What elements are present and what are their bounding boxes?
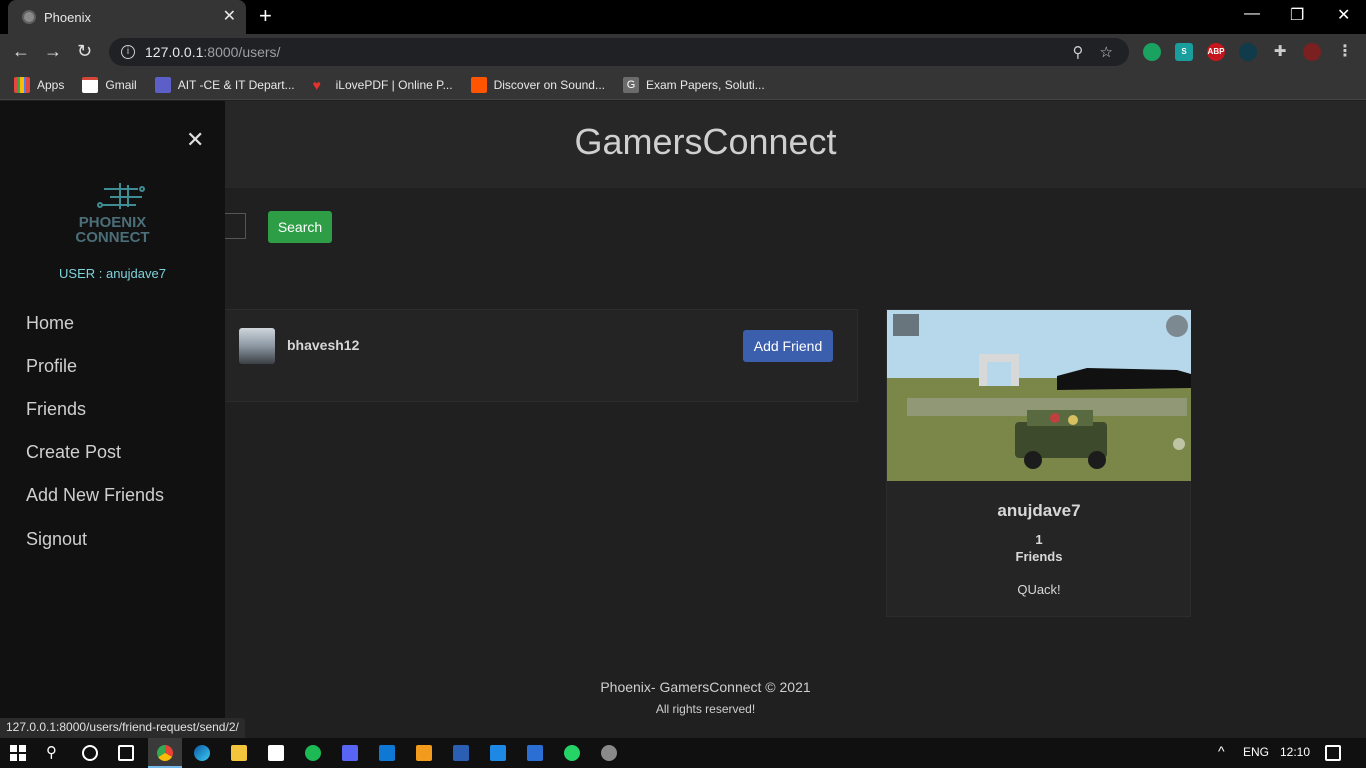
soundcloud-icon [470, 76, 487, 93]
exam-papers-icon: G [623, 76, 639, 93]
user-name[interactable]: bhavesh12 [287, 337, 359, 353]
bookmark-apps[interactable]: Apps [14, 76, 65, 93]
browser-tab-strip: Phoenix ✕ + — ❐ ✕ [0, 0, 1366, 34]
search-icon[interactable]: ⚲ [46, 743, 57, 761]
tab-title: Phoenix [44, 9, 91, 25]
sublime-icon[interactable] [416, 745, 432, 761]
browser-menu-icon[interactable]: ⋮ [1336, 43, 1354, 61]
bookmark-exampapers[interactable]: G Exam Papers, Soluti... [623, 76, 765, 93]
bookmark-ilovepdf[interactable]: ♥ iLovePDF | Online P... [313, 77, 453, 93]
tab-close-icon[interactable]: ✕ [223, 9, 236, 25]
sidebar-item-signout[interactable]: Signout [26, 529, 87, 550]
profile-bio: QUack! [1017, 582, 1061, 597]
file-explorer-icon[interactable] [231, 745, 247, 761]
bookmark-label: iLovePDF | Online P... [335, 77, 453, 92]
sidebar-item-friends[interactable]: Friends [26, 399, 86, 420]
bookmarks-bar: Apps Gmail AIT -CE & IT Depart... ♥ iLov… [0, 70, 1366, 100]
sidebar: ✕ PHOENIX CONNECT USER : anujdave7 Home … [0, 101, 225, 738]
user-list-item: bhavesh12 Add Friend [200, 309, 858, 402]
profile-avatar-icon[interactable] [1303, 43, 1321, 61]
bookmark-label: Discover on Sound... [493, 77, 605, 92]
url-text[interactable]: 127.0.0.1:8000/users/ [145, 44, 1073, 60]
store-icon[interactable] [268, 745, 284, 761]
minimize-icon[interactable]: — [1244, 5, 1260, 23]
extension-circle-icon[interactable] [1239, 43, 1257, 61]
extension-adblock-icon[interactable]: ABP [1207, 43, 1225, 61]
mail-icon[interactable] [379, 745, 395, 761]
logo-text: PHOENIX CONNECT [0, 215, 225, 245]
logo-line2: CONNECT [75, 229, 150, 246]
sidebar-user-label: USER : anujdave7 [59, 266, 166, 281]
bookmark-ait[interactable]: AIT -CE & IT Depart... [154, 76, 295, 93]
forward-arrow-icon[interactable]: → [44, 41, 62, 61]
bookmark-label: Gmail [105, 77, 137, 92]
extension-s-icon[interactable]: S [1175, 43, 1193, 61]
powershell-icon[interactable] [453, 745, 469, 761]
discord-icon[interactable] [342, 745, 358, 761]
spotify-icon[interactable] [305, 745, 321, 761]
game-screenshot-graphic [887, 310, 1191, 481]
chrome-icon[interactable] [157, 745, 173, 761]
url-host: 127.0.0.1 [145, 44, 204, 60]
bookmark-label: Apps [37, 77, 65, 92]
cortana-icon[interactable] [82, 745, 98, 761]
back-arrow-icon[interactable]: ← [12, 41, 30, 61]
profile-card: anujdave7 1 Friends QUack! [886, 309, 1191, 617]
apps-grid-icon [14, 76, 30, 93]
zoom-icon[interactable]: ⚲ [1073, 43, 1084, 61]
friend-count: 1 [1035, 532, 1043, 547]
edge-icon[interactable] [194, 745, 210, 761]
link-status-bar: 127.0.0.1:8000/users/friend-request/send… [0, 718, 245, 738]
gmail-icon [82, 76, 99, 93]
site-info-icon[interactable]: i [121, 45, 135, 59]
bookmark-label: AIT -CE & IT Depart... [177, 77, 295, 92]
vscode-icon[interactable] [490, 745, 506, 761]
tray-chevron-icon[interactable]: ^ [1218, 743, 1225, 759]
bookmark-soundcloud[interactable]: Discover on Sound... [470, 76, 605, 93]
heart-icon: ♥ [312, 76, 321, 93]
whatsapp-icon[interactable] [564, 745, 580, 761]
notification-icon[interactable] [1325, 745, 1341, 761]
clock[interactable]: 12:10 [1280, 745, 1310, 759]
extension-grammarly-icon[interactable] [1143, 43, 1161, 61]
bookmark-gmail[interactable]: Gmail [82, 76, 137, 93]
add-friend-button[interactable]: Add Friend [743, 330, 833, 362]
windows-taskbar: ⚲ ^ ENG 12:10 [0, 738, 1366, 768]
sidebar-item-create-post[interactable]: Create Post [26, 442, 121, 463]
paint-icon[interactable] [601, 745, 617, 761]
logo-line1: PHOENIX [78, 214, 147, 231]
language-indicator[interactable]: ENG [1243, 745, 1269, 759]
task-view-icon[interactable] [118, 745, 134, 761]
sidebar-close-icon[interactable]: ✕ [186, 129, 204, 151]
restore-icon[interactable]: ❐ [1290, 5, 1304, 25]
browser-tab[interactable]: Phoenix ✕ [8, 0, 246, 34]
reload-icon[interactable]: ↻ [77, 41, 92, 61]
url-path: :8000/users/ [203, 44, 281, 60]
profile-cover-image [887, 310, 1191, 481]
sidebar-item-home[interactable]: Home [26, 313, 74, 334]
address-bar[interactable]: i 127.0.0.1:8000/users/ ⚲ ☆ [109, 38, 1129, 66]
windows-start-icon[interactable] [10, 745, 26, 761]
browser-toolbar: ← → ↻ i 127.0.0.1:8000/users/ ⚲ ☆ S ABP … [0, 34, 1366, 70]
snip-tool-icon[interactable] [527, 745, 543, 761]
window-close-icon[interactable]: ✕ [1337, 5, 1350, 25]
friends-label: Friends [1015, 549, 1063, 564]
tab-favicon-icon [22, 10, 36, 24]
profile-username: anujdave7 [997, 501, 1081, 520]
bookmark-label: Exam Papers, Soluti... [646, 77, 765, 92]
sidebar-item-profile[interactable]: Profile [26, 356, 77, 377]
search-button[interactable]: Search [268, 211, 332, 243]
avatar[interactable] [239, 328, 275, 364]
extensions-puzzle-icon[interactable]: ✚ [1271, 43, 1289, 61]
new-tab-button[interactable]: + [259, 5, 272, 27]
sidebar-item-add-new-friends[interactable]: Add New Friends [26, 485, 164, 506]
bookmark-star-icon[interactable]: ☆ [1100, 43, 1113, 61]
ait-icon [154, 76, 171, 93]
